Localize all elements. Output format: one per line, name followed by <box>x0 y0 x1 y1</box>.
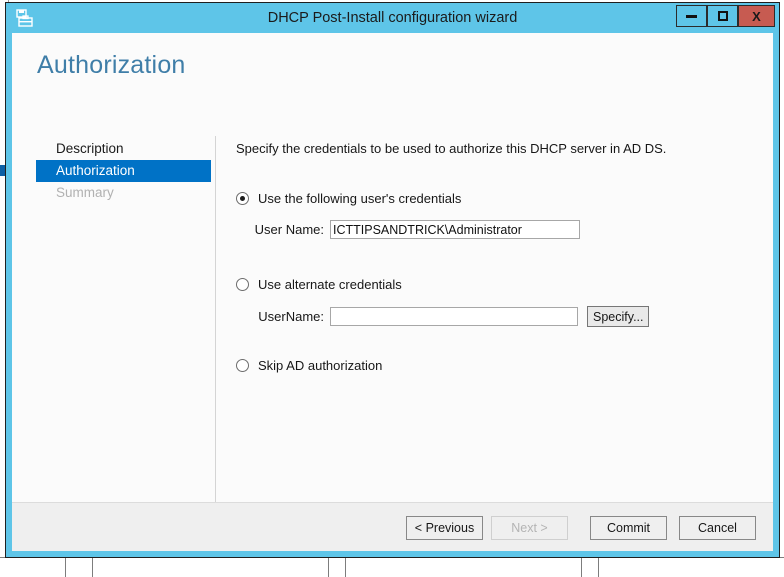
sidebar-item-label: Summary <box>56 185 114 200</box>
sidebar-item-description[interactable]: Description <box>36 138 211 160</box>
user-name-field-row: User Name: <box>236 220 751 239</box>
alternate-user-name-field-row: UserName: Specify... <box>236 306 751 327</box>
option-use-alternate-credentials[interactable]: Use alternate credentials <box>236 275 751 293</box>
close-button[interactable]: X <box>738 5 775 27</box>
wizard-client-area: Authorization Description Authorization … <box>12 33 773 551</box>
user-name-input[interactable] <box>330 220 580 239</box>
radio-skip-ad-authorization-icon[interactable] <box>236 358 249 372</box>
alternate-user-name-label: UserName: <box>258 309 324 324</box>
radio-use-alternate-credentials-icon[interactable] <box>236 277 249 291</box>
background-taskbar <box>0 557 784 577</box>
user-name-label: User Name: <box>254 222 324 237</box>
authorization-pane: Specify the credentials to be used to au… <box>236 141 751 374</box>
instruction-text: Specify the credentials to be used to au… <box>236 141 667 156</box>
minimize-button[interactable] <box>676 5 707 27</box>
maximize-button[interactable] <box>707 5 738 27</box>
specify-button[interactable]: Specify... <box>587 306 650 327</box>
commit-button[interactable]: Commit <box>590 516 667 540</box>
close-icon: X <box>752 8 761 24</box>
nav-content-divider <box>215 136 216 528</box>
maximize-icon <box>717 11 728 21</box>
option-skip-ad-authorization[interactable]: Skip AD authorization <box>236 356 751 374</box>
minimize-icon <box>686 14 697 18</box>
sidebar-item-summary: Summary <box>36 182 211 204</box>
sidebar-item-label: Description <box>56 141 124 156</box>
option-label: Use alternate credentials <box>258 276 402 292</box>
sidebar-item-label: Authorization <box>56 163 135 178</box>
dhcp-post-install-wizard-window: DHCP Post-Install configuration wizard X… <box>5 2 780 558</box>
cancel-button[interactable]: Cancel <box>679 516 756 540</box>
radio-use-following-credentials-icon[interactable] <box>236 191 249 205</box>
option-label: Skip AD authorization <box>258 357 383 373</box>
option-label: Use the following user's credentials <box>258 190 462 206</box>
page-title: Authorization <box>37 51 186 79</box>
window-title: DHCP Post-Install configuration wizard <box>267 10 518 26</box>
sidebar-item-authorization[interactable]: Authorization <box>36 160 211 182</box>
next-button: Next > <box>491 516 568 540</box>
window-titlebar[interactable]: DHCP Post-Install configuration wizard X <box>6 3 779 33</box>
option-use-following-credentials[interactable]: Use the following user's credentials <box>236 189 751 207</box>
wizard-step-nav: Description Authorization Summary <box>36 138 211 204</box>
alternate-user-name-input[interactable] <box>330 307 578 326</box>
previous-button[interactable]: < Previous <box>406 516 483 540</box>
wizard-footer: < Previous Next > Commit Cancel <box>12 502 773 551</box>
